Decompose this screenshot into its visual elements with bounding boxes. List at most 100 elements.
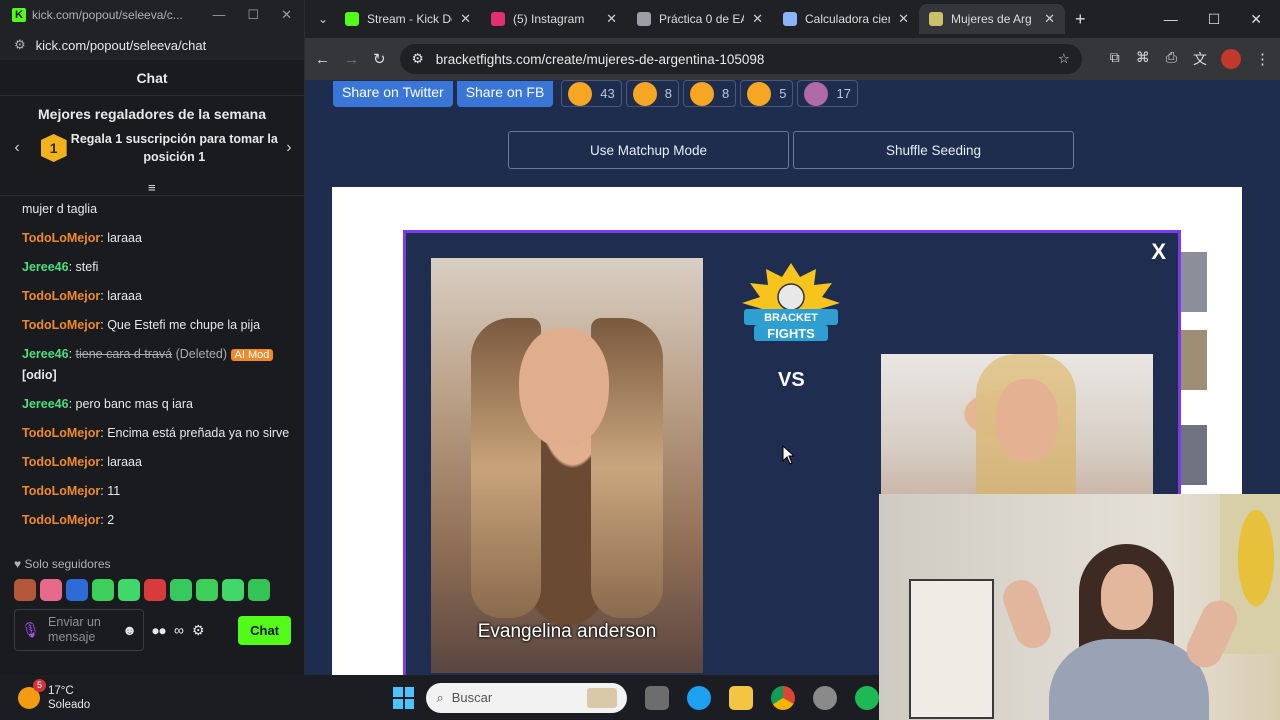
emote-icon[interactable]: [92, 579, 114, 601]
chat-username[interactable]: Jeree46: [22, 347, 69, 361]
message-text: laraaa: [107, 454, 142, 469]
translate-icon[interactable]: ⌘: [1136, 49, 1150, 69]
close-icon[interactable]: ✕: [281, 7, 292, 23]
deleted-label: (Deleted): [175, 347, 228, 361]
reload-icon[interactable]: ↻: [373, 50, 386, 68]
maximize-icon[interactable]: ☐: [247, 7, 259, 23]
tab-close-icon[interactable]: ✕: [606, 11, 617, 27]
reaction-button[interactable]: 8: [683, 80, 737, 107]
profile-avatar[interactable]: [1221, 49, 1241, 69]
bracket-icon: [929, 12, 943, 26]
edge-icon[interactable]: [687, 685, 712, 710]
new-tab-button[interactable]: +: [1065, 9, 1096, 30]
site-settings-icon[interactable]: ⚙: [14, 37, 26, 53]
obs-icon[interactable]: [813, 685, 838, 710]
back-icon[interactable]: ←: [315, 51, 330, 68]
minimize-icon[interactable]: —: [1164, 11, 1178, 28]
browser-tab[interactable]: (5) Instagram ✕: [481, 4, 627, 34]
emote-bar: [0, 573, 305, 607]
reaction-button[interactable]: 8: [625, 80, 679, 107]
task-view-icon[interactable]: [645, 685, 670, 710]
windows-start-icon[interactable]: [392, 686, 415, 709]
chrome-icon[interactable]: [771, 685, 796, 710]
points-icon[interactable]: ⦁⦁: [152, 622, 166, 639]
browser-tab[interactable]: Calculadora cien ✕: [773, 4, 919, 34]
reaction-button[interactable]: 43: [561, 80, 622, 107]
contestant-right-photo[interactable]: [881, 354, 1153, 504]
emote-icon[interactable]: [144, 579, 166, 601]
maximize-icon[interactable]: ☐: [1208, 11, 1221, 28]
reaction-button[interactable]: 5: [740, 80, 794, 107]
heart-eyes-icon: [568, 81, 593, 106]
message-text: Que Estefi me chupe la pija: [107, 318, 261, 332]
search-placeholder: Buscar: [451, 690, 493, 705]
bookmark-star-icon[interactable]: ☆: [1058, 51, 1070, 67]
site-info-icon[interactable]: ⚙: [412, 51, 424, 67]
print-icon[interactable]: ⎙: [1166, 49, 1177, 69]
forward-icon[interactable]: →: [344, 51, 359, 68]
reaction-button[interactable]: 17: [797, 80, 858, 107]
chevron-right-icon[interactable]: ›: [282, 139, 296, 157]
tab-title: (5) Instagram: [513, 12, 585, 26]
chat-username[interactable]: TodoLoMejor: [22, 455, 100, 469]
bracket-thumbnail[interactable]: [1181, 330, 1207, 390]
share-fb-button[interactable]: Share on FB: [456, 80, 554, 107]
chat-username[interactable]: Jeree46: [22, 397, 69, 411]
tab-search-icon[interactable]: ⌄: [311, 12, 335, 26]
emote-icon[interactable]: [222, 579, 244, 601]
emote-icon[interactable]: [40, 579, 62, 601]
filter-icon[interactable]: ≡: [148, 180, 156, 195]
tab-close-icon[interactable]: ✕: [752, 11, 763, 27]
tab-close-icon[interactable]: ✕: [1044, 11, 1055, 27]
chat-username[interactable]: TodoLoMejor: [22, 231, 100, 245]
tab-close-icon[interactable]: ✕: [460, 11, 471, 27]
close-icon[interactable]: ✕: [1250, 11, 1262, 28]
spotify-icon[interactable]: [855, 685, 880, 710]
emote-icon[interactable]: [170, 579, 192, 601]
browser-tab[interactable]: Mujeres de Arg ✕: [919, 4, 1065, 34]
infinity-icon[interactable]: ∞: [174, 622, 184, 638]
chat-username[interactable]: Jeree46: [22, 260, 69, 274]
emoji-icon[interactable]: ☻: [122, 622, 137, 638]
minimize-icon[interactable]: —: [212, 7, 225, 23]
reaction-count: 43: [600, 86, 615, 101]
windows-taskbar: 5 17°C Soleado ⌕ Buscar: [0, 675, 880, 720]
microphone-icon[interactable]: 🎙: [21, 623, 40, 638]
matchup-mode-button[interactable]: Use Matchup Mode: [508, 131, 789, 169]
menu-icon[interactable]: ⋮: [1255, 50, 1270, 68]
modal-close-button[interactable]: X: [1151, 239, 1166, 265]
weather-widget[interactable]: 5 17°C Soleado: [0, 678, 393, 712]
emote-icon[interactable]: [248, 579, 270, 601]
emote-icon[interactable]: [66, 579, 88, 601]
kick-address-bar[interactable]: ⚙ kick.com/popout/seleeva/chat: [0, 30, 304, 60]
chat-username[interactable]: TodoLoMejor: [22, 289, 100, 303]
contestant-left-photo[interactable]: [431, 258, 703, 673]
bracket-thumbnail[interactable]: [1181, 425, 1207, 485]
taskbar-search[interactable]: ⌕ Buscar: [426, 682, 628, 713]
address-bar[interactable]: ⚙ bracketfights.com/create/mujeres-de-ar…: [399, 44, 1082, 74]
emote-icon[interactable]: [118, 579, 140, 601]
send-chat-button[interactable]: Chat: [238, 615, 291, 645]
emote-icon[interactable]: [14, 579, 36, 601]
share-twitter-button[interactable]: Share on Twitter: [333, 80, 453, 107]
chevron-left-icon[interactable]: ‹: [10, 139, 24, 157]
surprised-icon: [690, 81, 714, 106]
chat-message-input[interactable]: 🎙 Enviar un mensaje ☻: [14, 609, 144, 651]
tab-close-icon[interactable]: ✕: [898, 11, 909, 27]
file-explorer-icon[interactable]: [729, 685, 754, 710]
webcam-overlay: [879, 494, 1280, 720]
chat-username[interactable]: TodoLoMejor: [22, 484, 100, 498]
shuffle-seeding-button[interactable]: Shuffle Seeding: [793, 131, 1074, 169]
browser-tab[interactable]: Stream - Kick De ✕: [335, 4, 481, 34]
kick-titlebar: K kick.com/popout/seleeva/c... — ☐ ✕: [0, 0, 304, 30]
emote-icon[interactable]: [196, 579, 218, 601]
chat-username[interactable]: TodoLoMejor: [22, 426, 100, 440]
browser-tab[interactable]: Práctica 0 de EA ✕: [627, 4, 773, 34]
settings-icon[interactable]: ⚙: [192, 622, 205, 639]
chat-username[interactable]: TodoLoMejor: [22, 513, 100, 527]
logo-text-fights: FIGHTS: [767, 326, 815, 341]
bracket-thumbnail[interactable]: [1181, 252, 1207, 312]
chat-username[interactable]: TodoLoMejor: [22, 318, 100, 332]
extensions-icon[interactable]: ⧉: [1110, 49, 1120, 69]
reading-icon[interactable]: 文: [1193, 49, 1207, 69]
